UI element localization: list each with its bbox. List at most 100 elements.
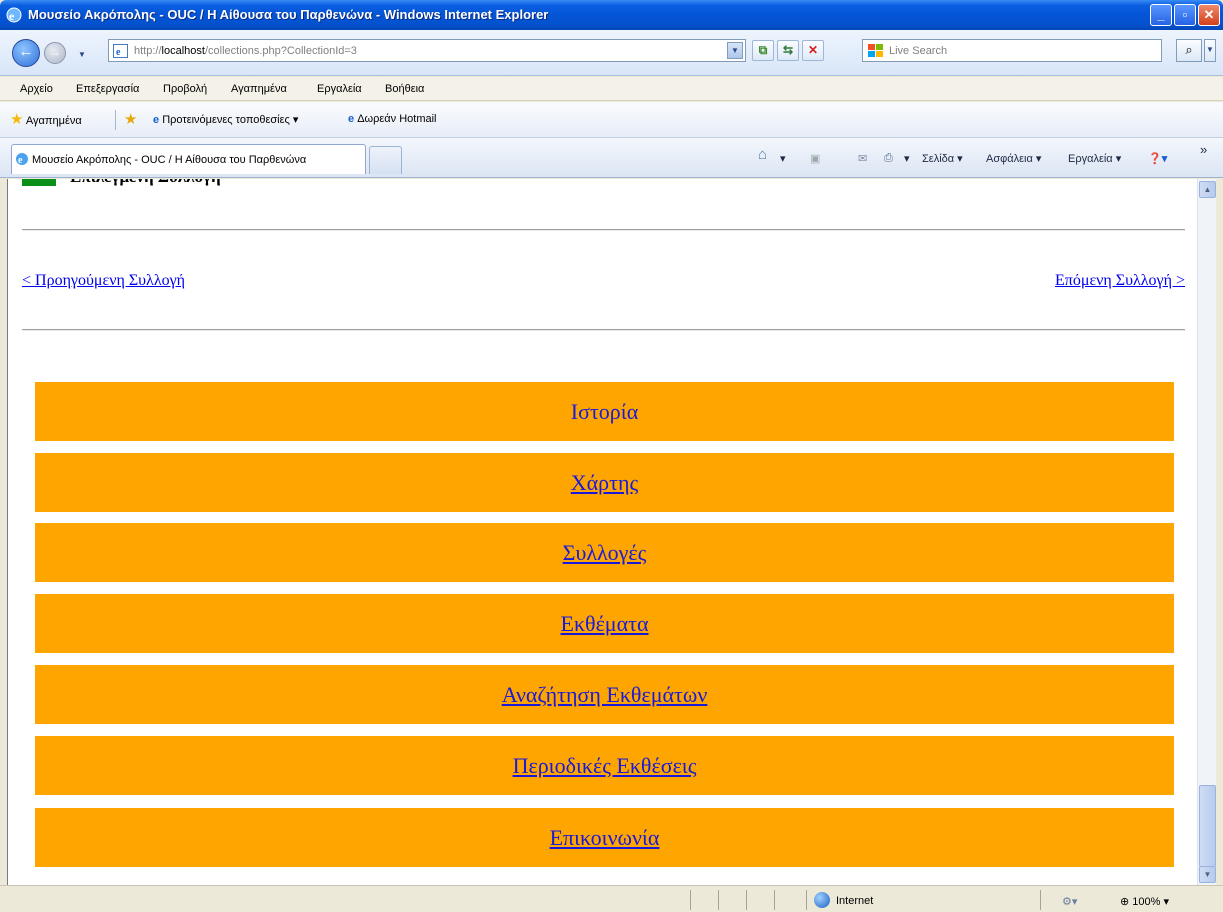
menu-button-map[interactable]: Χάρτης: [35, 453, 1174, 512]
ie-logo-icon: e: [6, 7, 22, 23]
svg-text:e: e: [116, 47, 121, 58]
window-frame-right: [1216, 179, 1223, 885]
security-zone-label: Internet: [836, 895, 874, 907]
favorites-star-icon: ★: [10, 111, 24, 128]
tab-bar: e Μουσείο Ακρόπολης - OUC / Η Αίθουσα το…: [0, 138, 1223, 178]
back-arrow-icon: ←: [18, 43, 34, 60]
menu-button-label: Αναζήτηση Εκθεμάτων: [501, 682, 708, 707]
zoom-level: 100%: [1132, 896, 1161, 908]
menu-tools[interactable]: Εργαλεία: [317, 83, 362, 95]
address-dropdown-icon[interactable]: ▼: [727, 42, 743, 59]
menu-button-contact[interactable]: Επικοινωνία: [35, 808, 1174, 867]
favorites-button[interactable]: ★ Αγαπημένα: [10, 110, 82, 128]
window-title: Μουσείο Ακρόπολης - OUC / Η Αίθουσα του …: [28, 7, 549, 22]
menu-button-label: Χάρτης: [570, 470, 639, 495]
menu-favorites[interactable]: Αγαπημένα: [231, 83, 287, 95]
page-content: Επιλεγμένη Συλλογή < Προηγούμενη Συλλογή…: [7, 179, 1197, 885]
new-tab-button[interactable]: [369, 146, 402, 174]
feeds-icon[interactable]: ▣: [810, 152, 820, 165]
print-icon[interactable]: ⎙: [884, 152, 893, 165]
tab-ie-icon: e: [16, 153, 28, 166]
scroll-up-arrow-icon[interactable]: ▲: [1199, 181, 1216, 198]
svg-text:e: e: [18, 155, 23, 166]
home-dropdown-icon[interactable]: ▾: [780, 152, 786, 165]
tab-label: Μουσείο Ακρόπολης - OUC / Η Αίθουσα του …: [32, 154, 307, 166]
divider-top: [22, 229, 1185, 231]
print-dropdown-icon[interactable]: ▾: [904, 152, 910, 165]
refresh-icon[interactable]: ⇆: [777, 40, 799, 61]
history-dropdown-icon[interactable]: ▼: [78, 50, 86, 59]
page-menu[interactable]: Σελίδα ▾: [922, 152, 963, 165]
status-panel: [806, 890, 807, 910]
hotmail-link[interactable]: e Δωρεάν Hotmail: [348, 113, 437, 125]
search-button[interactable]: ⌕: [1176, 39, 1202, 62]
address-field[interactable]: e http://localhost/collections.php?Colle…: [108, 39, 746, 62]
back-button[interactable]: ←: [12, 39, 40, 67]
heading-marker: [22, 179, 56, 186]
menu-button-label: Ιστορία: [570, 399, 639, 424]
vertical-scrollbar[interactable]: ▲ ▼: [1197, 179, 1216, 885]
menu-view[interactable]: Προβολή: [163, 83, 207, 95]
maximize-button[interactable]: ▫: [1174, 4, 1196, 26]
stop-icon[interactable]: ✕: [802, 40, 824, 61]
tools-menu[interactable]: Εργαλεία ▾: [1068, 152, 1121, 165]
status-panel: [718, 890, 719, 910]
menu-button-label: Περιοδικές Εκθέσεις: [512, 753, 697, 778]
menu-bar: Αρχείο Επεξεργασία Προβολή Αγαπημένα Εργ…: [0, 77, 1223, 101]
suggested-sites-link[interactable]: e Προτεινόμενες τοποθεσίες ▾: [153, 113, 298, 126]
ie-page-icon: e: [153, 114, 160, 126]
status-panel: [1040, 890, 1041, 910]
divider-bottom: [22, 329, 1185, 331]
scroll-down-arrow-icon[interactable]: ▼: [1199, 866, 1216, 883]
favorites-bar: ★ Αγαπημένα ★ e Προτεινόμενες τοποθεσίες…: [0, 102, 1223, 138]
menu-file[interactable]: Αρχείο: [20, 83, 53, 95]
live-search-logo-icon: [868, 44, 883, 57]
forward-button[interactable]: →: [44, 42, 66, 64]
status-panel: [746, 890, 747, 910]
safety-menu[interactable]: Ασφάλεια ▾: [986, 152, 1041, 165]
menu-button-label: Εκθέματα: [560, 611, 649, 636]
menu-button-label: Συλλογές: [562, 540, 647, 565]
minimize-button[interactable]: _: [1150, 4, 1172, 26]
read-mail-icon[interactable]: ✉: [858, 152, 867, 165]
add-favorite-icon[interactable]: ★: [124, 110, 137, 128]
next-collection-link[interactable]: Επόμενη Συλλογή >: [1055, 272, 1185, 290]
favorites-separator: [115, 110, 116, 130]
status-bar: Internet ⚙▾ ⊕ 100% ▾: [0, 885, 1223, 912]
menu-button-exhibits[interactable]: Εκθέματα: [35, 594, 1174, 653]
status-panel: [690, 890, 691, 910]
menu-button-label: Επικοινωνία: [549, 825, 660, 850]
scroll-thumb[interactable]: [1199, 785, 1216, 867]
menu-button-exhibit-search[interactable]: Αναζήτηση Εκθεμάτων: [35, 665, 1174, 724]
protected-mode-icon[interactable]: ⚙▾: [1062, 895, 1077, 908]
forward-arrow-icon: →: [49, 45, 61, 59]
hotmail-label: Δωρεάν Hotmail: [357, 113, 437, 125]
search-input[interactable]: Live Search: [862, 39, 1162, 62]
menu-edit[interactable]: Επεξεργασία: [76, 83, 139, 95]
zoom-control[interactable]: ⊕ 100% ▾: [1120, 895, 1169, 908]
search-options-icon[interactable]: ▼: [1204, 39, 1216, 62]
tab-active[interactable]: e Μουσείο Ακρόπολης - OUC / Η Αίθουσα το…: [11, 144, 366, 174]
search-placeholder: Live Search: [889, 45, 948, 57]
heading-text: Επιλεγμένη Συλλογή: [70, 179, 221, 187]
menu-help[interactable]: Βοήθεια: [385, 83, 424, 95]
page-icon: e: [113, 44, 128, 58]
svg-text:e: e: [9, 9, 15, 23]
address-url: http://localhost/collections.php?Collect…: [134, 45, 357, 57]
suggested-sites-label: Προτεινόμενες τοποθεσίες ▾: [162, 114, 299, 126]
menu-button-temporary-exhibitions[interactable]: Περιοδικές Εκθέσεις: [35, 736, 1174, 795]
status-panel: [774, 890, 775, 910]
prev-collection-link[interactable]: < Προηγούμενη Συλλογή: [22, 272, 185, 290]
menu-button-collections[interactable]: Συλλογές: [35, 523, 1174, 582]
zoom-icon: ⊕: [1120, 896, 1130, 908]
help-icon[interactable]: ❓▾: [1148, 152, 1167, 165]
menu-button-history[interactable]: Ιστορία: [35, 382, 1174, 441]
internet-zone-icon: [814, 892, 830, 908]
address-toolbar: ← → ▼ e http://localhost/collections.php…: [0, 30, 1223, 76]
ie-page-icon: e: [348, 113, 355, 125]
more-chevron[interactable]: »: [1200, 142, 1207, 157]
window-title-bar: e Μουσείο Ακρόπολης - OUC / Η Αίθουσα το…: [0, 0, 1223, 30]
home-icon[interactable]: ⌂: [758, 146, 767, 163]
close-button[interactable]: ✕: [1198, 4, 1220, 26]
compatibility-icon[interactable]: ⧉: [752, 40, 774, 61]
